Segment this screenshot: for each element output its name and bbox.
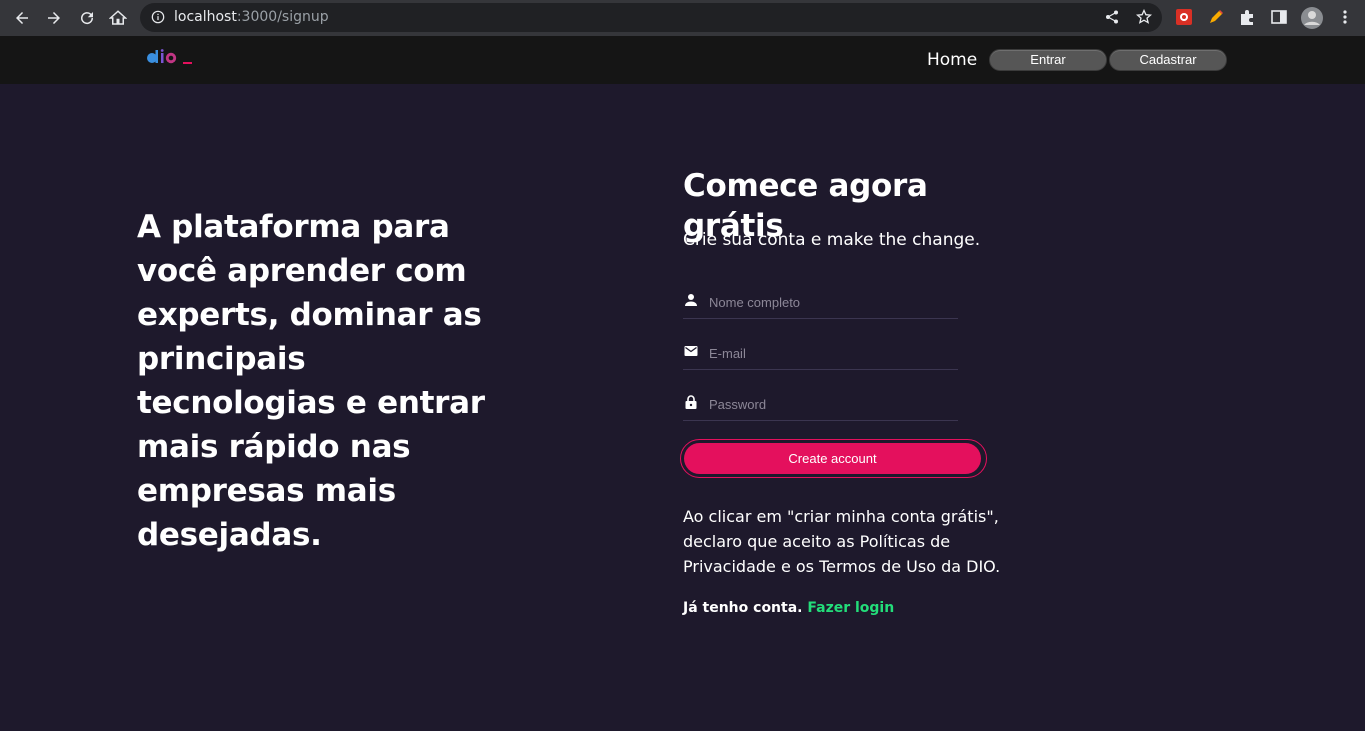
extension-icon[interactable] [1175,8,1193,26]
home-icon[interactable] [106,6,130,30]
lock-icon [685,395,697,409]
person-icon [685,294,697,306]
create-account-focus-ring: Create account [680,439,987,478]
name-field [683,289,958,319]
browser-toolbar: localhost:3000/signup [0,0,1365,36]
pen-icon[interactable] [1207,8,1225,26]
reload-icon[interactable] [75,6,99,30]
back-icon[interactable] [10,6,34,30]
address-bar[interactable]: localhost:3000/signup [140,3,1162,32]
profile-avatar[interactable] [1300,6,1324,30]
dio-logo[interactable]: dio [146,48,194,68]
star-icon[interactable] [1136,9,1152,25]
password-field [683,391,958,421]
menu-icon[interactable] [1336,8,1354,26]
side-panel-icon[interactable] [1270,8,1288,26]
password-input[interactable] [709,391,954,417]
name-input[interactable] [709,289,954,315]
login-link[interactable]: Fazer login [807,600,894,616]
share-icon[interactable] [1104,9,1120,25]
signup-button[interactable]: Cadastrar [1109,49,1227,71]
have-account-text: Já tenho conta. [683,600,803,616]
hero-headline: A plataforma para você aprender com expe… [137,209,485,553]
site-header: dio Home Entrar Cadastrar [0,36,1365,84]
login-button[interactable]: Entrar [989,49,1107,71]
info-icon[interactable] [151,10,165,24]
form-subtitle: Crie sua conta e make the change. [683,230,981,250]
url-text[interactable]: localhost:3000/signup [174,9,329,25]
signup-form: Comece agora grátis Crie sua conta e mak… [680,166,1023,616]
login-prompt: Já tenho conta. Fazer login [683,600,894,616]
create-account-button[interactable]: Create account [684,443,981,474]
puzzle-icon[interactable] [1238,8,1256,26]
email-icon [684,346,698,356]
forward-icon[interactable] [42,6,66,30]
email-input[interactable] [709,340,954,366]
nav-home-link[interactable]: Home [927,50,977,70]
email-field [683,340,958,370]
terms-text: Ao clicar em "criar minha conta grátis",… [683,507,1001,576]
